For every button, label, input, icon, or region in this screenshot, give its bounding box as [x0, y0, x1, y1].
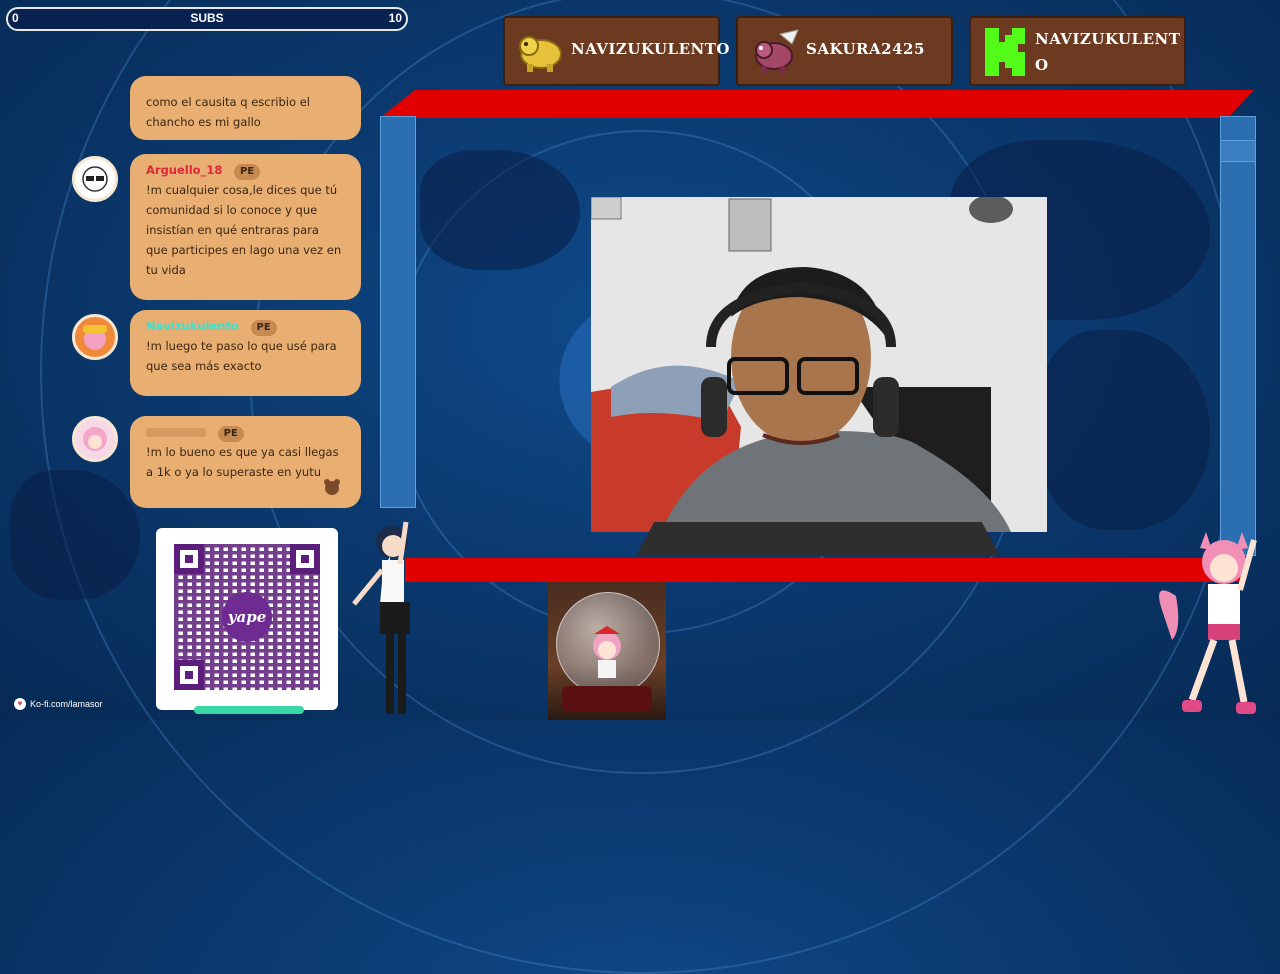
- donor-name-2: SAKURA2425: [806, 40, 925, 58]
- snow-globe-image: [548, 582, 666, 720]
- webcam-feed: [591, 197, 1047, 532]
- chat-username-obscured: [146, 428, 206, 437]
- yape-logo: yape: [222, 592, 272, 642]
- qr-finder: [174, 544, 204, 574]
- chat-message: Navizukulento PE !m luego te paso lo que…: [130, 310, 361, 396]
- bear-emote-icon: [324, 479, 340, 495]
- chat-message: Arguello_18 PE !m cualquier cosa,le dice…: [130, 154, 361, 300]
- chat-avatar: [72, 416, 118, 462]
- winged-pig-icon: [755, 29, 799, 73]
- frame-right-pillar-notch: [1220, 140, 1256, 162]
- chat-avatar: [72, 314, 118, 360]
- avatar-anime-girl-icon: [83, 427, 107, 451]
- qr-card-footer: [194, 706, 304, 714]
- frame-right-pillar: [1220, 116, 1256, 556]
- chat-message: PE !m lo bueno es que ya casi llegas a 1…: [130, 416, 361, 508]
- chat-panel: como el causita q escribio el chancho es…: [70, 70, 370, 520]
- avatar-face-icon: [82, 166, 108, 192]
- qr-finder: [174, 660, 204, 690]
- chat-message-text: !m cualquier cosa,le dices que tú comuni…: [146, 183, 342, 277]
- frame-bottom-bar: [405, 558, 1245, 582]
- donor-box-3: NAVIZUKULENTO: [969, 16, 1186, 86]
- golden-pig-icon: [519, 36, 562, 72]
- chat-message-text: como el causita q escribio el chancho es…: [146, 95, 310, 129]
- subs-goal-max: 10: [388, 11, 402, 25]
- webcam-shelf: [636, 522, 1000, 556]
- map-landmass: [420, 150, 580, 270]
- chat-message-text: !m lo bueno es que ya casi llegas a 1k o…: [146, 445, 339, 479]
- kick-logo-icon: [985, 28, 1025, 76]
- donor-name-3: NAVIZUKULENTO: [1035, 30, 1181, 74]
- avatar-pink-character-icon: [83, 325, 107, 350]
- kofi-link[interactable]: ♥ Ko-fi.com/lamasor: [14, 697, 103, 711]
- frame-left-pillar: [380, 116, 416, 508]
- anime-girl-right-icon: [1159, 532, 1257, 714]
- snow-globe-base: [562, 686, 652, 712]
- donor-name-1: NAVIZUKULENTO: [571, 40, 730, 58]
- qr-finder: [290, 544, 320, 574]
- subs-goal-title: SUBS: [190, 11, 224, 25]
- chat-username: Navizukulento: [146, 319, 239, 333]
- chibi-girl-icon: [593, 626, 621, 678]
- webcam-person-image: [591, 197, 1047, 532]
- chat-username: Arguello_18: [146, 163, 223, 177]
- donor-box-2: SAKURA2425: [736, 16, 953, 86]
- yape-qr-card: yape: [156, 528, 338, 714]
- chat-message-text: !m luego te paso lo que usé para que sea…: [146, 339, 337, 373]
- chat-message: como el causita q escribio el chancho es…: [130, 76, 361, 140]
- kofi-cup-icon: ♥: [14, 698, 26, 710]
- country-badge: PE: [233, 164, 261, 180]
- donor-box-1: NAVIZUKULENTO: [503, 16, 729, 86]
- frame-top-bar: [380, 90, 1254, 118]
- kofi-url: Ko-fi.com/lamasor: [30, 699, 103, 709]
- anime-girl-left-icon: [352, 521, 410, 714]
- chat-avatar: [72, 156, 118, 202]
- country-badge: PE: [250, 320, 277, 336]
- subs-goal-bar: 0 SUBS 10: [6, 7, 408, 31]
- country-badge: PE: [217, 426, 244, 442]
